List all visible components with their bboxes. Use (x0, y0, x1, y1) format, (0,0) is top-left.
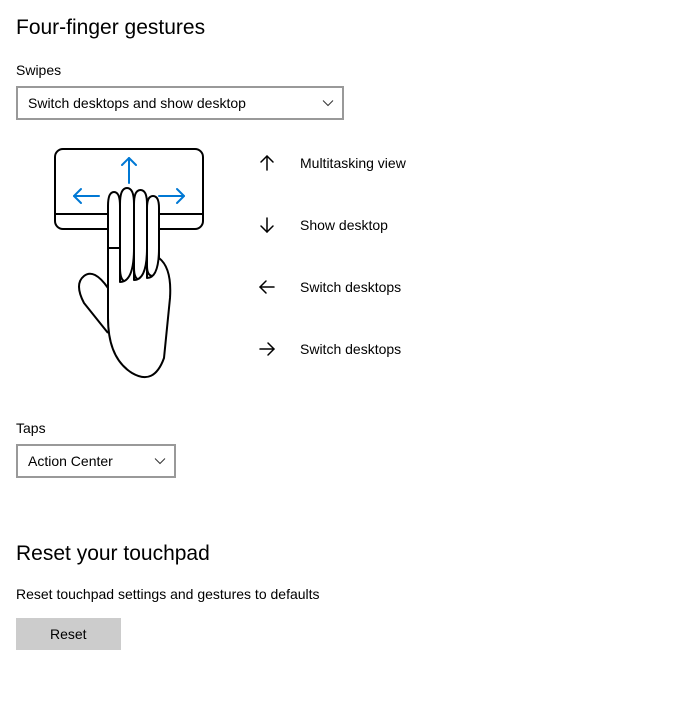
taps-label: Taps (16, 420, 664, 436)
touchpad-illustration (54, 148, 204, 388)
arrow-down-icon (258, 216, 276, 234)
swipes-label: Swipes (16, 62, 664, 78)
action-down: Show desktop (258, 216, 406, 234)
arrow-up-icon (258, 154, 276, 172)
four-finger-gestures-heading: Four-finger gestures (16, 16, 664, 40)
action-up-text: Multitasking view (300, 155, 406, 171)
swipes-dropdown[interactable]: Switch desktops and show desktop (16, 86, 344, 120)
chevron-down-icon (154, 455, 166, 467)
action-left: Switch desktops (258, 278, 406, 296)
action-down-text: Show desktop (300, 217, 388, 233)
reset-button[interactable]: Reset (16, 618, 121, 650)
taps-selected: Action Center (28, 453, 113, 469)
arrow-right-icon (258, 340, 276, 358)
action-right: Switch desktops (258, 340, 406, 358)
arrow-left-icon (258, 278, 276, 296)
action-right-text: Switch desktops (300, 341, 401, 357)
reset-description: Reset touchpad settings and gestures to … (16, 586, 664, 602)
taps-dropdown[interactable]: Action Center (16, 444, 176, 478)
action-left-text: Switch desktops (300, 279, 401, 295)
swipes-selected: Switch desktops and show desktop (28, 95, 246, 111)
reset-touchpad-heading: Reset your touchpad (16, 542, 664, 566)
action-up: Multitasking view (258, 154, 406, 172)
chevron-down-icon (322, 97, 334, 109)
